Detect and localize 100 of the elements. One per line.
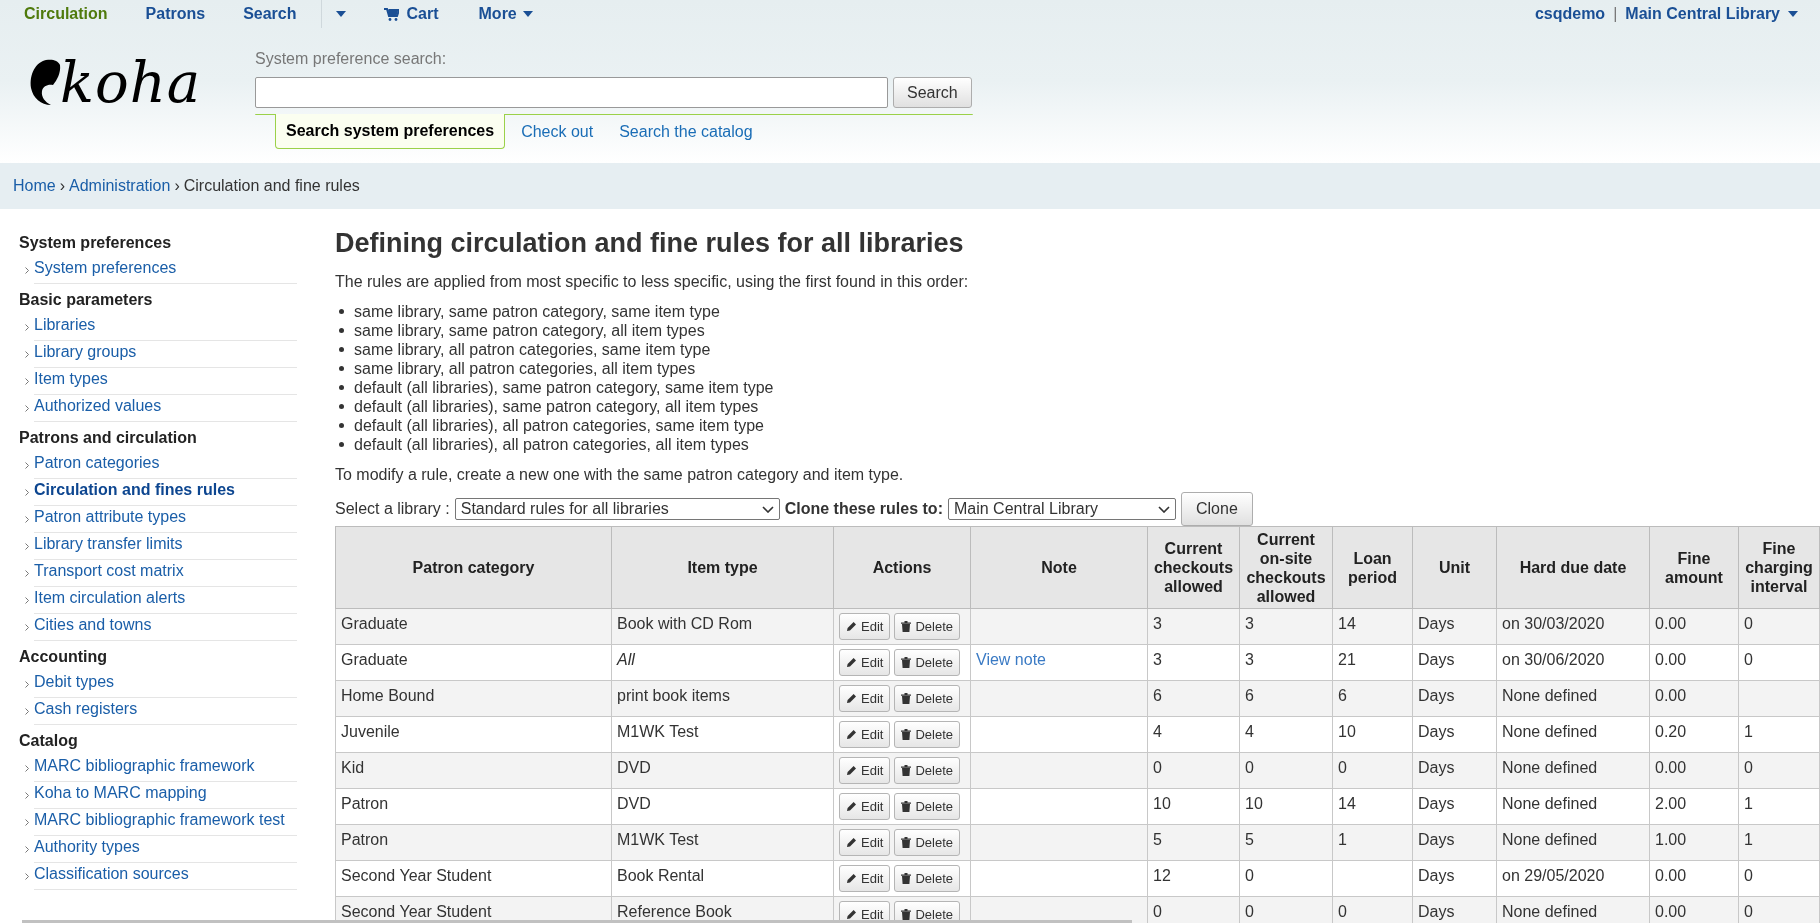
edit-button[interactable]: Edit — [839, 685, 891, 712]
sidebar-link[interactable]: Transport cost matrix — [34, 560, 297, 587]
bullet-icon — [339, 442, 344, 447]
column-header[interactable]: Patron category — [335, 526, 612, 609]
column-header[interactable]: Note — [970, 526, 1148, 609]
note-link[interactable]: View note — [976, 651, 1046, 668]
nav-link[interactable]: Patrons — [145, 2, 206, 26]
list-item: same library, same patron category, all item types — [354, 321, 705, 340]
bullet-icon — [339, 404, 344, 409]
sidebar-link[interactable]: Patron attribute types — [34, 506, 297, 533]
sidebar-link[interactable]: Authorized values — [34, 395, 297, 422]
list-item: same library, all patron categories, same item type — [354, 340, 711, 359]
column-header[interactable]: Current on-site checkouts allowed — [1239, 526, 1333, 609]
bullet-icon — [339, 385, 344, 390]
sidebar-link[interactable]: Patron categories — [34, 452, 297, 479]
sidebar-link[interactable]: Authority types — [34, 836, 297, 863]
dropdown[interactable]: Main Central Library — [947, 498, 1176, 520]
pencil-icon — [846, 693, 857, 704]
header-tab[interactable]: Search system preferences — [275, 114, 506, 149]
table-cell: Days — [1418, 687, 1455, 704]
edit-button[interactable]: Edit — [839, 649, 891, 676]
breadcrumb-link[interactable]: Administration — [69, 174, 171, 198]
scrollbar[interactable] — [22, 920, 1132, 923]
delete-button[interactable]: Delete — [894, 757, 960, 784]
field-label: System preference search: — [255, 49, 448, 69]
pencil-icon — [846, 729, 857, 740]
sidebar-link[interactable]: MARC bibliographic framework — [34, 755, 297, 782]
trash-icon — [901, 621, 912, 632]
edit-button[interactable]: Edit — [839, 757, 891, 784]
delete-button[interactable]: Delete — [894, 865, 960, 892]
sidebar-link[interactable]: Library transfer limits — [34, 533, 297, 560]
trash-icon — [901, 837, 912, 848]
delete-button[interactable]: Delete — [894, 721, 960, 748]
nav-link[interactable]: Search — [243, 2, 297, 26]
header-tab[interactable]: Check out — [511, 114, 604, 149]
column-header[interactable]: Unit — [1412, 526, 1497, 609]
logo[interactable]: koha — [28, 55, 202, 111]
search-button[interactable]: Search — [893, 77, 972, 108]
user-link[interactable]: csqdemo — [1534, 2, 1606, 26]
column-header[interactable]: Current checkouts allowed — [1147, 526, 1240, 609]
sidebar-link[interactable]: System preferences — [34, 257, 297, 284]
sidebar-link[interactable]: MARC bibliographic framework test — [34, 809, 297, 836]
sidebar-link[interactable]: Cash registers — [34, 698, 297, 725]
field-label: Clone these rules to: — [784, 499, 943, 519]
table-cell: 5 — [1245, 831, 1254, 848]
delete-button[interactable]: Delete — [894, 793, 960, 820]
dropdown[interactable]: Standard rules for all libraries — [454, 498, 780, 520]
clone-button[interactable]: Clone — [1180, 492, 1253, 526]
table-cell: 5 — [1153, 831, 1162, 848]
sidebar-link[interactable]: Libraries — [34, 314, 297, 341]
pencil-icon — [846, 657, 857, 668]
edit-button[interactable]: Edit — [839, 901, 891, 923]
sidebar-heading: Accounting — [19, 647, 108, 667]
delete-button[interactable]: Delete — [894, 649, 960, 676]
column-header[interactable]: Hard due date — [1496, 526, 1650, 609]
table-cell: Second Year Student — [341, 903, 492, 920]
nav-link[interactable]: Circulation — [24, 2, 108, 26]
search-field[interactable] — [255, 77, 888, 108]
sidebar-link[interactable]: Cities and towns — [34, 614, 297, 641]
table-cell: 0.00 — [1655, 651, 1687, 668]
edit-button[interactable]: Edit — [839, 829, 891, 856]
edit-button[interactable]: Edit — [839, 865, 891, 892]
sidebar-link[interactable]: Circulation and fines rules — [34, 479, 297, 506]
column-header[interactable]: Actions — [833, 526, 971, 609]
edit-button[interactable]: Edit — [839, 613, 891, 640]
chevron-down-icon — [761, 505, 774, 513]
sidebar-link[interactable]: Koha to MARC mapping — [34, 782, 297, 809]
table-cell: Days — [1418, 723, 1455, 740]
delete-button[interactable]: Delete — [894, 613, 960, 640]
table-cell: 1 — [1744, 795, 1753, 812]
breadcrumb-link[interactable]: Home — [13, 174, 56, 198]
sidebar-link[interactable]: Item circulation alerts — [34, 587, 297, 614]
table-cell: Book Rental — [617, 867, 705, 884]
list-item: default (all libraries), same patron category, all item types — [354, 397, 759, 416]
sidebar-link[interactable]: Debit types — [34, 671, 297, 698]
sidebar-heading: Catalog — [19, 731, 79, 751]
sidebar-link[interactable]: Item types — [34, 368, 297, 395]
table-cell: 0.00 — [1655, 867, 1687, 884]
column-header[interactable]: Fine amount — [1649, 526, 1739, 609]
edit-button[interactable]: Edit — [839, 721, 891, 748]
sidebar-link[interactable]: Classification sources — [34, 863, 297, 890]
table-cell: Graduate — [341, 615, 408, 632]
table-cell: 0 — [1744, 867, 1753, 884]
drop-icon — [28, 58, 62, 108]
edit-button[interactable]: Edit — [839, 793, 891, 820]
column-header[interactable]: Item type — [611, 526, 834, 609]
header-tab[interactable]: Search the catalog — [609, 114, 763, 149]
delete-button[interactable]: Delete — [894, 685, 960, 712]
more-menu[interactable]: More — [478, 2, 533, 26]
delete-button[interactable]: Delete — [894, 829, 960, 856]
table-cell: Graduate — [341, 651, 408, 668]
library-menu[interactable]: Main Central Library — [1625, 2, 1798, 26]
caret-icon — [1788, 11, 1798, 17]
sidebar-link[interactable]: Library groups — [34, 341, 297, 368]
column-header[interactable]: Fine charging interval — [1738, 526, 1820, 609]
delete-button[interactable]: Delete — [894, 901, 960, 923]
bullet-icon — [339, 328, 344, 333]
cart-link[interactable]: Cart — [383, 2, 439, 26]
column-header[interactable]: Loan period — [1332, 526, 1413, 609]
table-cell: Days — [1418, 615, 1455, 632]
